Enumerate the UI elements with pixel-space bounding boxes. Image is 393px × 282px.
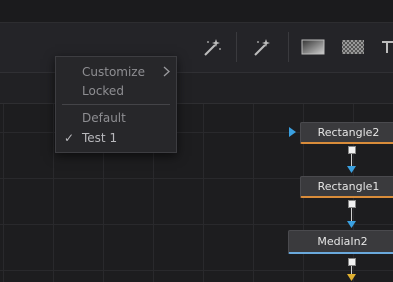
checker-pattern-icon[interactable] xyxy=(340,34,366,60)
context-menu: Customize Locked Default ✓ Test 1 xyxy=(55,56,177,153)
menu-item-locked[interactable]: Locked xyxy=(56,81,176,101)
magic-wand-icon[interactable] xyxy=(199,34,225,60)
menu-item-test-1[interactable]: ✓ Test 1 xyxy=(56,128,176,148)
chevron-right-icon xyxy=(163,66,170,77)
output-port[interactable] xyxy=(348,258,356,266)
node-label: Rectangle2 xyxy=(317,126,380,139)
magic-wand-icon[interactable] xyxy=(249,34,275,60)
gradient-rect-icon[interactable] xyxy=(300,34,326,60)
text-tool-icon[interactable] xyxy=(380,34,393,60)
output-port[interactable] xyxy=(348,200,356,208)
output-arrow-icon xyxy=(347,274,356,281)
top-strip xyxy=(0,0,393,23)
connection-line xyxy=(351,208,352,221)
input-arrow-icon xyxy=(347,166,356,173)
menu-item-label: Locked xyxy=(82,84,124,98)
input-arrow-icon xyxy=(347,221,356,228)
menu-separator xyxy=(62,104,170,105)
output-port[interactable] xyxy=(348,146,356,154)
node-rectangle2[interactable]: Rectangle2 xyxy=(300,122,393,144)
node-mediain2[interactable]: MediaIn2 xyxy=(288,230,393,254)
menu-item-label: Customize xyxy=(82,65,145,79)
toolbar-separator xyxy=(236,32,237,62)
menu-item-customize[interactable]: Customize xyxy=(56,62,176,82)
checkmark-icon: ✓ xyxy=(64,131,75,145)
input-arrow-icon xyxy=(289,127,296,137)
menu-item-default[interactable]: Default xyxy=(56,108,176,128)
toolbar-separator xyxy=(288,32,289,62)
node-label: Rectangle1 xyxy=(317,180,380,193)
node-label: MediaIn2 xyxy=(317,235,368,248)
connection-line xyxy=(351,266,352,274)
connection-line xyxy=(351,154,352,166)
menu-item-label: Default xyxy=(82,111,126,125)
node-rectangle1[interactable]: Rectangle1 xyxy=(300,176,393,198)
menu-item-label: Test 1 xyxy=(82,131,118,145)
